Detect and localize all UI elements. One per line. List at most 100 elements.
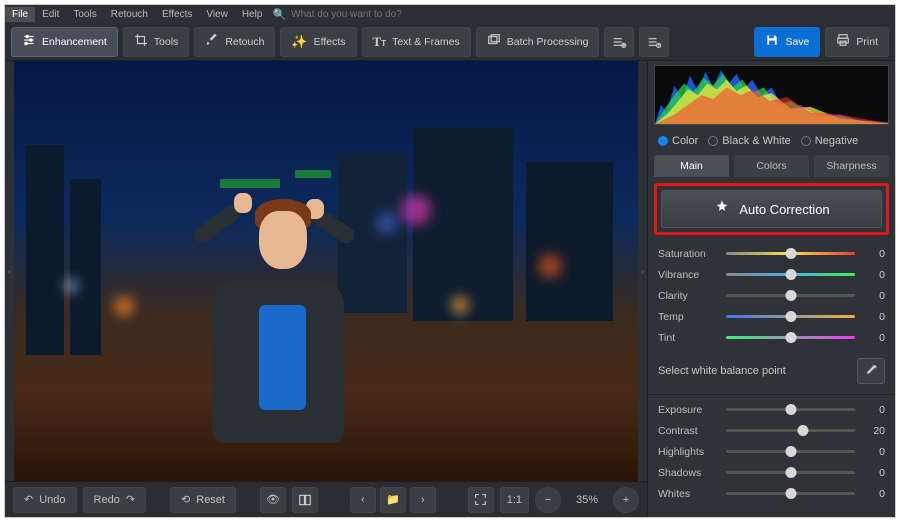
zoom-in-button[interactable]: + [613,487,639,513]
text-icon: TT [373,34,387,50]
image-canvas[interactable] [14,61,638,481]
tab-label: Text & Frames [392,36,460,48]
compare-button[interactable] [292,487,318,513]
slider-thumb[interactable] [785,488,796,499]
slider-label: Shadows [658,467,720,479]
slider-value: 0 [861,332,885,344]
tab-batch[interactable]: Batch Processing [476,27,600,57]
plus-icon: + [623,494,629,506]
slider-label: Contrast [658,425,720,437]
ratio-label: 1:1 [507,494,522,506]
menu-tools[interactable]: Tools [66,7,103,22]
print-label: Print [856,36,878,48]
radio-color[interactable]: Color [658,135,698,147]
tab-text-frames[interactable]: TT Text & Frames [362,27,471,57]
print-button[interactable]: Print [825,27,889,57]
tab-colors[interactable]: Colors [734,155,809,177]
redo-button[interactable]: Redo ↷ [83,487,147,513]
slider-track[interactable] [726,315,855,318]
tab-main[interactable]: Main [654,155,729,177]
panel-tabs: Main Colors Sharpness [648,155,895,177]
slider-track[interactable] [726,336,855,339]
tab-sharpness[interactable]: Sharpness [814,155,889,177]
slider-saturation: Saturation0 [658,243,885,264]
actual-size-button[interactable]: 1:1 [500,487,529,513]
histogram[interactable] [654,65,889,125]
slider-thumb[interactable] [798,425,809,436]
prev-button[interactable]: ‹ [350,487,376,513]
slider-thumb[interactable] [785,269,796,280]
tab-label: Enhancement [42,36,107,48]
slider-track[interactable] [726,492,855,495]
slider-track[interactable] [726,408,855,411]
next-image-strip[interactable]: › [638,61,647,481]
slider-thumb[interactable] [785,332,796,343]
menu-retouch[interactable]: Retouch [104,7,155,22]
eye-icon: 👁 [266,493,280,506]
next-button[interactable]: › [410,487,436,513]
tab-tools[interactable]: Tools [123,27,190,57]
canvas-column: ‹ › ↶ Undo [5,61,647,517]
slider-label: Whites [658,488,720,500]
slider-track[interactable] [726,252,855,255]
brush-icon [205,33,219,50]
tab-label: Tools [154,36,179,48]
slider-track[interactable] [726,471,855,474]
tone-sliders: Exposure0 Contrast20 Highlights0 Shadows… [648,397,895,508]
tab-retouch[interactable]: Retouch [194,27,275,57]
undo-button[interactable]: ↶ Undo [13,487,77,513]
eyedropper-button[interactable] [857,358,885,384]
radio-dot-icon [801,136,811,146]
reset-icon: ⟲ [181,493,190,506]
bottom-bar: ↶ Undo Redo ↷ ⟲ Reset 👁 [5,481,647,517]
menu-help[interactable]: Help [235,7,270,22]
slider-track[interactable] [726,273,855,276]
zoom-value: 35% [567,494,607,506]
undo-label: Undo [39,494,65,506]
tab-enhancement[interactable]: Enhancement [11,27,118,57]
slider-track[interactable] [726,294,855,297]
browse-button[interactable]: 📁 [380,487,406,513]
save-button[interactable]: Save [754,27,820,57]
fit-screen-button[interactable] [468,487,494,513]
color-mode-radios: Color Black & White Negative [648,131,895,155]
search-icon: 🔍 [272,8,286,21]
menu-edit[interactable]: Edit [35,7,66,22]
settings-history-button[interactable] [639,27,669,57]
slider-contrast: Contrast20 [658,420,885,441]
prev-image-strip[interactable]: ‹ [5,61,14,481]
auto-correction-button[interactable]: Auto Correction [661,190,882,228]
tab-effects[interactable]: ✨ Effects [280,27,356,57]
menu-effects[interactable]: Effects [155,7,199,22]
save-icon [765,33,779,50]
radio-negative[interactable]: Negative [801,135,858,147]
redo-label: Redo [94,494,120,506]
auto-correction-highlight: Auto Correction [654,183,889,235]
search-input[interactable] [291,9,451,20]
menu-view[interactable]: View [199,7,235,22]
slider-thumb[interactable] [785,290,796,301]
slider-thumb[interactable] [785,404,796,415]
radio-bw[interactable]: Black & White [708,135,790,147]
slider-thumb[interactable] [785,446,796,457]
slider-thumb[interactable] [785,311,796,322]
slider-track[interactable] [726,429,855,432]
slider-value: 0 [861,290,885,302]
slider-track[interactable] [726,450,855,453]
reset-button[interactable]: ⟲ Reset [170,487,236,513]
slider-value: 0 [861,248,885,260]
right-panel: Color Black & White Negative Main Colors… [647,61,895,517]
slider-thumb[interactable] [785,248,796,259]
slider-label: Clarity [658,290,720,302]
sliders-icon [22,33,36,50]
magic-wand-icon: ✨ [291,34,307,50]
preview-toggle-button[interactable]: 👁 [260,487,286,513]
menu-search: 🔍 [272,8,451,21]
zoom-out-button[interactable]: − [535,487,561,513]
slider-thumb[interactable] [785,467,796,478]
menu-bar: File Edit Tools Retouch Effects View Hel… [5,5,895,23]
settings-add-button[interactable] [604,27,634,57]
slider-highlights: Highlights0 [658,441,885,462]
menu-file[interactable]: File [5,7,35,22]
wand-star-icon [713,199,731,220]
